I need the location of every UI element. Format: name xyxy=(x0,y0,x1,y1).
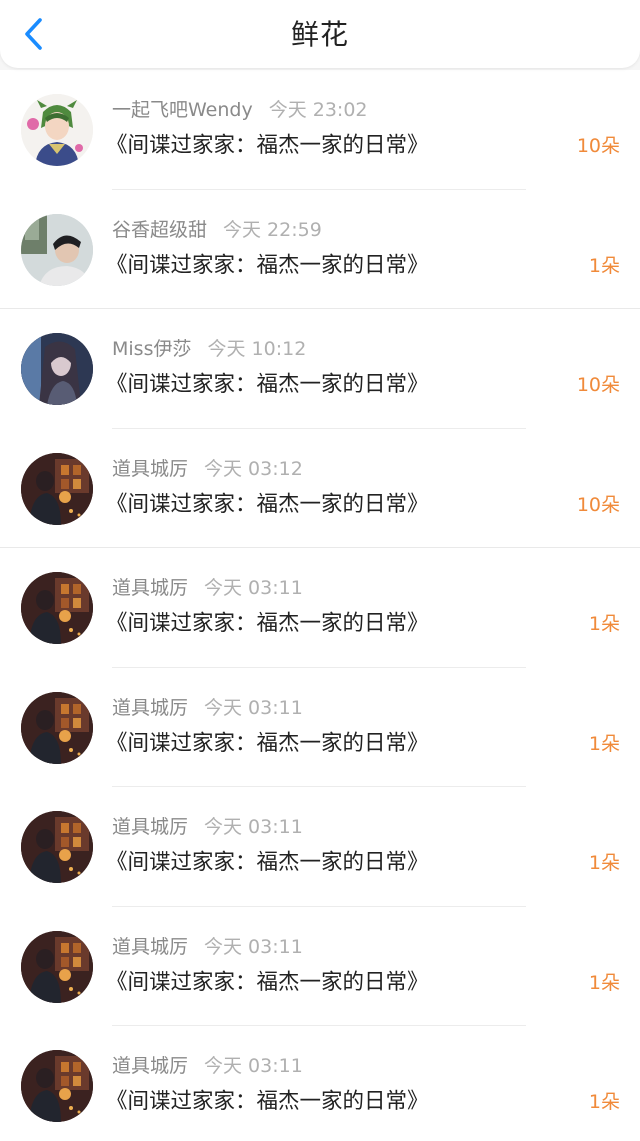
timestamp: 今天 22:59 xyxy=(223,218,322,241)
record-meta: 道具城厉 今天 03:12 xyxy=(112,456,303,482)
username[interactable]: 道具城厉 xyxy=(112,458,188,480)
list-item[interactable]: 谷香超级甜 今天 22:59 《间谍过家家：福杰一家的日常》 1朵 xyxy=(0,190,640,309)
list-item[interactable]: 道具城厉 今天 03:11 《间谍过家家：福杰一家的日常》 1朵 xyxy=(0,548,640,668)
book-title[interactable]: 《间谍过家家：福杰一家的日常》 xyxy=(106,728,429,760)
record-meta: 道具城厉 今天 03:11 xyxy=(112,1053,303,1079)
book-title[interactable]: 《间谍过家家：福杰一家的日常》 xyxy=(106,847,429,879)
timestamp: 今天 03:11 xyxy=(204,1055,303,1077)
dark-room-figure-avatar[interactable] xyxy=(21,572,93,644)
timestamp: 今天 03:12 xyxy=(204,457,303,480)
record-meta: Miss伊莎 今天 10:12 xyxy=(112,336,306,362)
record-meta: 谷香超级甜 今天 22:59 xyxy=(112,217,322,243)
dark-room-figure-avatar[interactable] xyxy=(21,811,93,883)
record-meta: 道具城厉 今天 03:11 xyxy=(112,814,303,840)
flower-count: 10朵 xyxy=(576,374,620,396)
dark-room-figure-avatar[interactable] xyxy=(21,1050,93,1122)
list-item[interactable]: 一起飞吧Wendy 今天 23:02 《间谍过家家：福杰一家的日常》 10朵 xyxy=(0,70,640,190)
timestamp: 今天 03:11 xyxy=(204,816,303,838)
book-title[interactable]: 《间谍过家家：福杰一家的日常》 xyxy=(106,369,429,401)
username[interactable]: 道具城厉 xyxy=(112,936,188,958)
book-title[interactable]: 《间谍过家家：福杰一家的日常》 xyxy=(106,130,429,162)
flower-count: 1朵 xyxy=(588,1091,620,1113)
header-bar: 鲜花 xyxy=(0,0,640,68)
flower-count: 1朵 xyxy=(588,971,620,994)
book-title[interactable]: 《间谍过家家：福杰一家的日常》 xyxy=(106,608,429,640)
list-item[interactable]: Miss伊莎 今天 10:12 《间谍过家家：福杰一家的日常》 10朵 xyxy=(0,309,640,429)
flowers-page: 鲜花 一起飞吧Wendy 今天 23:02 《间谍过家家：福杰一家的日常》 10… xyxy=(0,0,640,1141)
timestamp: 今天 03:11 xyxy=(204,696,303,719)
record-meta: 道具城厉 今天 03:11 xyxy=(112,575,303,601)
dark-haired-girl-avatar[interactable] xyxy=(21,333,93,405)
list-item[interactable]: 道具城厉 今天 03:11 《间谍过家家：福杰一家的日常》 1朵 xyxy=(0,668,640,787)
username[interactable]: 道具城厉 xyxy=(112,816,188,838)
username[interactable]: 一起飞吧Wendy xyxy=(112,99,253,121)
username[interactable]: 道具城厉 xyxy=(112,697,188,719)
person-photo-avatar[interactable] xyxy=(21,213,93,286)
username[interactable]: 道具城厉 xyxy=(112,577,188,599)
flower-count: 10朵 xyxy=(576,493,620,516)
list-item[interactable]: 道具城厉 今天 03:11 《间谍过家家：福杰一家的日常》 1朵 xyxy=(0,907,640,1026)
flower-count: 1朵 xyxy=(588,732,620,755)
page-title: 鲜花 xyxy=(290,18,349,51)
book-title[interactable]: 《间谍过家家：福杰一家的日常》 xyxy=(106,250,429,282)
flower-count: 1朵 xyxy=(588,613,620,635)
list-item[interactable]: 道具城厉 今天 03:11 《间谍过家家：福杰一家的日常》 1朵 xyxy=(0,1026,640,1141)
book-title[interactable]: 《间谍过家家：福杰一家的日常》 xyxy=(106,1086,429,1118)
record-meta: 道具城厉 今天 03:11 xyxy=(112,934,303,960)
timestamp: 今天 10:12 xyxy=(207,338,307,360)
flower-record-list: 一起飞吧Wendy 今天 23:02 《间谍过家家：福杰一家的日常》 10朵 谷香… xyxy=(0,70,640,1141)
record-meta: 一起飞吧Wendy 今天 23:02 xyxy=(112,97,368,123)
timestamp: 今天 03:11 xyxy=(204,935,303,958)
record-meta: 道具城厉 今天 03:11 xyxy=(112,695,303,721)
book-title[interactable]: 《间谍过家家：福杰一家的日常》 xyxy=(106,489,429,521)
list-item[interactable]: 道具城厉 今天 03:11 《间谍过家家：福杰一家的日常》 1朵 xyxy=(0,787,640,907)
dark-room-figure-avatar[interactable] xyxy=(21,452,93,525)
username[interactable]: 道具城厉 xyxy=(112,1055,188,1077)
username[interactable]: 谷香超级甜 xyxy=(112,219,207,241)
list-item[interactable]: 道具城厉 今天 03:12 《间谍过家家：福杰一家的日常》 10朵 xyxy=(0,429,640,548)
book-title[interactable]: 《间谍过家家：福杰一家的日常》 xyxy=(106,967,429,999)
flower-count: 10朵 xyxy=(576,135,620,157)
flower-count: 1朵 xyxy=(588,254,620,277)
username[interactable]: Miss伊莎 xyxy=(112,338,191,360)
timestamp: 今天 03:11 xyxy=(204,577,303,599)
dark-room-figure-avatar[interactable] xyxy=(21,930,93,1003)
anime-character-avatar[interactable] xyxy=(21,94,93,166)
dark-room-figure-avatar[interactable] xyxy=(21,691,93,764)
flower-count: 1朵 xyxy=(588,852,620,874)
timestamp: 今天 23:02 xyxy=(268,99,368,121)
